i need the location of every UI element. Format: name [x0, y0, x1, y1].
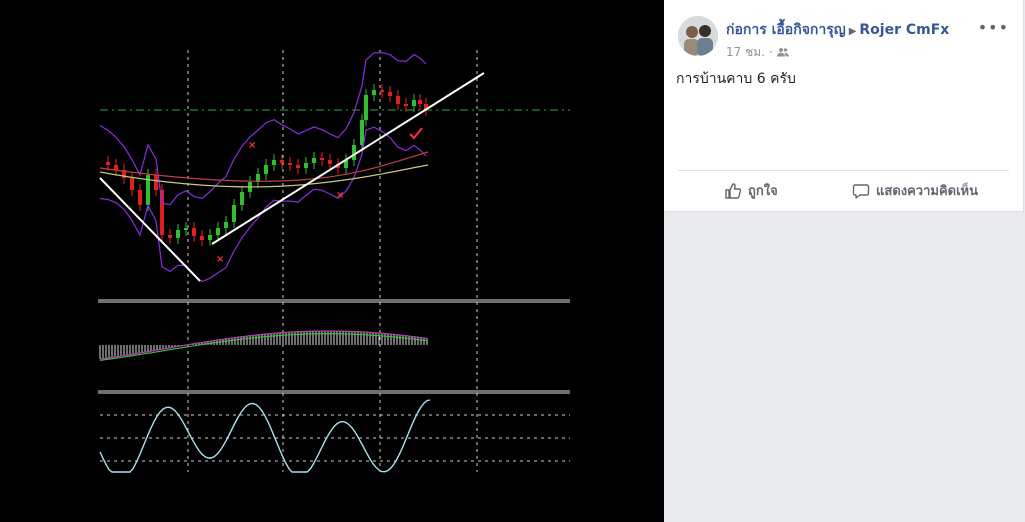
candle-body	[328, 160, 332, 164]
target-name[interactable]: Rojer CmFx	[859, 22, 949, 38]
candle-body	[364, 95, 368, 120]
candle-body	[216, 228, 220, 235]
candle-body	[114, 165, 118, 170]
like-button[interactable]: ถูกใจ	[724, 180, 778, 201]
candle-body	[404, 104, 408, 106]
candle-body	[396, 96, 400, 104]
macd-signal-line	[99, 333, 428, 362]
candle-body	[240, 192, 244, 205]
signal-marker: ×	[248, 140, 256, 151]
candle-body	[264, 165, 268, 174]
post-header: ก่อการ เอื้อกิจการุญ ▶ Rojer CmFx	[726, 19, 949, 41]
meta-separator: ·	[768, 45, 773, 59]
signal-marker: ×	[336, 190, 344, 201]
post-text: การบ้านคาบ 6 ครับ	[676, 71, 796, 87]
candle-body	[312, 158, 316, 163]
chart-screenshot: × × ×	[0, 0, 664, 522]
facebook-post-panel: ก่อการ เอื้อกิจการุญ ▶ Rojer CmFx 17 ชม. · …	[664, 0, 1025, 522]
up-trendline	[211, 72, 485, 245]
candle-body	[380, 90, 384, 92]
avatar[interactable]	[678, 16, 718, 56]
comment-button[interactable]: แสดงความคิดเห็น	[852, 180, 978, 201]
group-icon[interactable]	[776, 46, 789, 60]
candle-body	[320, 158, 324, 160]
share-arrow-icon: ▶	[848, 26, 857, 37]
candle-body	[138, 190, 142, 205]
candle-body	[360, 120, 364, 145]
check-marker	[409, 127, 423, 140]
like-label: ถูกใจ	[748, 184, 778, 199]
candle-body	[418, 100, 422, 104]
candle-body	[232, 205, 236, 222]
divider	[678, 170, 1009, 171]
trading-chart: × × ×	[98, 50, 570, 473]
candle-body	[304, 163, 308, 168]
candle-body	[288, 163, 292, 165]
post-meta: 17 ชม. ·	[726, 43, 789, 62]
candle-body	[208, 235, 212, 240]
post-timestamp[interactable]: 17 ชม.	[726, 45, 765, 59]
signal-marker: ×	[216, 254, 224, 265]
candle-body	[296, 165, 300, 168]
candle-body	[388, 92, 392, 96]
candle-body	[352, 145, 356, 160]
candle-body	[106, 162, 110, 165]
candle-body	[412, 100, 416, 106]
more-options-button[interactable]: •••	[978, 18, 1009, 37]
candle-body	[280, 160, 284, 163]
candle-body	[184, 228, 188, 230]
candle-body	[200, 236, 204, 240]
candle-body	[272, 160, 276, 165]
thumbs-up-icon	[725, 182, 742, 199]
candle-body	[154, 175, 158, 190]
candle-body	[372, 90, 376, 95]
candle-body	[130, 178, 134, 190]
comment-label: แสดงความคิดเห็น	[876, 184, 979, 199]
candle-body	[176, 230, 180, 238]
comment-icon	[852, 183, 870, 199]
post-card: ก่อการ เอื้อกิจการุญ ▶ Rojer CmFx 17 ชม. · …	[664, 0, 1024, 212]
avatar-image	[678, 16, 718, 56]
candle-body	[224, 222, 228, 228]
candle-body	[192, 228, 196, 236]
candle-body	[168, 235, 172, 238]
author-name[interactable]: ก่อการ เอื้อกิจการุญ	[726, 22, 846, 38]
